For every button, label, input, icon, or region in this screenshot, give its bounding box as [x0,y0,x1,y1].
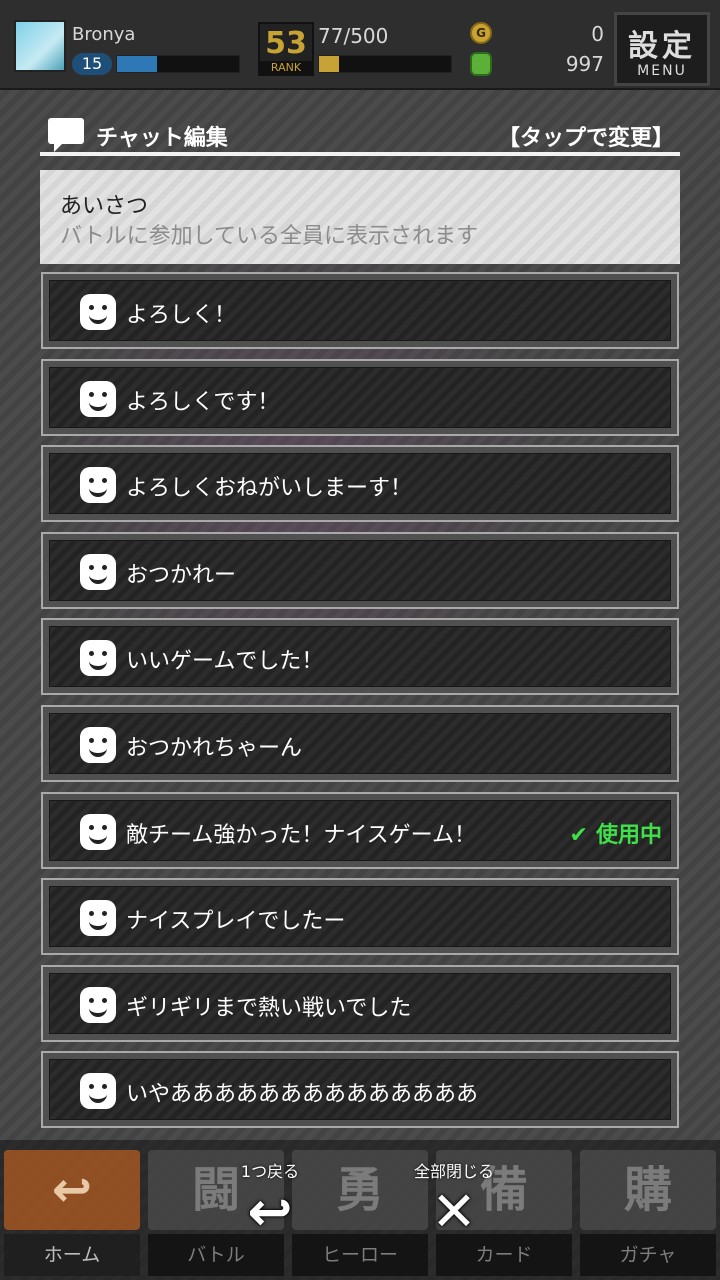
avatar[interactable] [14,20,66,72]
chat-item-text: よろしくおねがいしまーす！ [126,476,413,502]
smiley-face-icon [80,900,116,937]
category-header: あいさつ バトルに参加している全員に表示されます [40,170,680,264]
back-button[interactable]: 1つ戻る ↩ [226,1158,314,1248]
panel-header: チャット編集 【タップで変更】 [40,114,680,156]
chat-item-body: 敵チーム強かった！ナイスゲーム！ ✔ 使用中 [49,799,671,861]
chat-item-text: ギリギリまで熱い戦いでした [126,995,412,1021]
bottom-nav: ↩ ホーム闘バトル勇ヒーロー備カード購ガチャ [0,1140,720,1280]
in-use-label: 使用中 [595,822,662,848]
chat-item-body: いやああああああああああああああ [49,1059,671,1121]
level-badge: 15 [72,53,112,75]
nav-tab-art: 購 [580,1150,716,1230]
coin-value: 0 [591,22,604,46]
gem-icon [470,52,492,76]
chat-item-body: おつかれー [49,539,671,601]
chat-item-text: よろしく！ [126,303,237,328]
chat-item[interactable]: いやああああああああああああああ [41,1051,679,1129]
chat-item[interactable]: おつかれー [41,531,679,609]
back-arrow-icon: ↩ [247,1180,293,1243]
chat-item[interactable]: よろしくです！ [41,358,679,436]
exp-bar [116,55,240,73]
smiley-face-icon [80,467,116,504]
smiley-face-icon [80,1073,116,1110]
back-label: 1つ戻る [240,1162,300,1181]
nav-tab-art: ↩ [4,1150,140,1230]
smiley-face-icon [80,726,116,763]
rank-number: 53 [265,26,307,61]
chat-item-body: いいゲームでした！ [49,626,671,688]
chat-item-text: ナイスプレイでしたー [126,909,346,935]
smiley-face-icon [80,553,116,590]
close-icon: ✕ [431,1180,477,1243]
menu-kanji: 設定 [628,29,696,64]
chat-list: よろしく！ よろしくです！ よろしくおねがいしまーす！ おつかれーいいゲームでした！ お… [41,272,679,1138]
in-use-badge: ✔ 使用中 [570,817,662,849]
chat-item-body: おつかれちゃーん [49,712,671,774]
nav-tab-home[interactable]: ↩ ホーム [0,1150,144,1276]
chat-item-body: よろしく！ [49,280,671,341]
panel-title: チャット編集 [96,126,228,151]
chat-item[interactable]: よろしくおねがいしまーす！ [41,445,679,523]
chat-item[interactable]: いいゲームでした！ [41,618,679,696]
status-bar: Bronya 15 53 RANK 77/500 G 0 997 設定 MENU [0,0,720,90]
smiley-face-icon [80,640,116,677]
chat-item[interactable]: ナイスプレイでしたー [41,878,679,956]
chat-bubble-icon [48,118,84,152]
menu-label: MENU [637,63,687,79]
close-all-label: 全部閉じる [413,1162,494,1181]
rank-label: RANK [260,61,312,74]
close-all-button[interactable]: 全部閉じる ✕ [396,1158,512,1248]
chat-item-text: 敵チーム強かった！ナイスゲーム！ [126,822,477,848]
player-name: Bronya [72,24,136,45]
chat-item-text: いいゲームでした！ [126,649,324,675]
chat-item[interactable]: おつかれちゃーん [41,704,679,782]
rank-bar-fill [319,56,339,72]
nav-tab-label: ホーム [4,1234,140,1276]
chat-item-text: よろしくです！ [126,389,280,415]
category-title: あいさつ [60,194,149,219]
rank-badge: 53 RANK [258,22,314,76]
chat-item-text: おつかれー [126,562,237,588]
smiley-face-icon [80,380,116,417]
category-description: バトルに参加している全員に表示されます [60,224,479,249]
exp-bar-fill [117,56,158,72]
chat-item[interactable]: よろしく！ [41,272,679,349]
gem-value: 997 [565,52,604,76]
smiley-face-icon [80,813,116,850]
tap-hint: 【タップで変更】 [497,126,674,151]
nav-tab-label: ガチャ [580,1234,716,1276]
chat-item-body: よろしくです！ [49,366,671,428]
coin-icon: G [470,22,492,44]
smiley-face-icon [80,986,116,1023]
chat-item[interactable]: 敵チーム強かった！ナイスゲーム！ ✔ 使用中 [41,791,679,869]
chat-item[interactable]: ギリギリまで熱い戦いでした [41,964,679,1042]
chat-item-body: ナイスプレイでしたー [49,886,671,948]
chat-item-text: いやああああああああああああああ [126,1082,479,1108]
rank-bar [318,55,452,73]
check-icon: ✔ [569,822,588,848]
smiley-face-icon [80,294,116,330]
nav-tab-gacha[interactable]: 購ガチャ [576,1150,720,1276]
menu-button[interactable]: 設定 MENU [614,12,710,86]
chat-item-text: おつかれちゃーん [126,735,303,761]
rank-progress: 77/500 [318,24,389,48]
chat-item-body: よろしくおねがいしまーす！ [49,453,671,515]
chat-item-body: ギリギリまで熱い戦いでした [49,972,671,1034]
